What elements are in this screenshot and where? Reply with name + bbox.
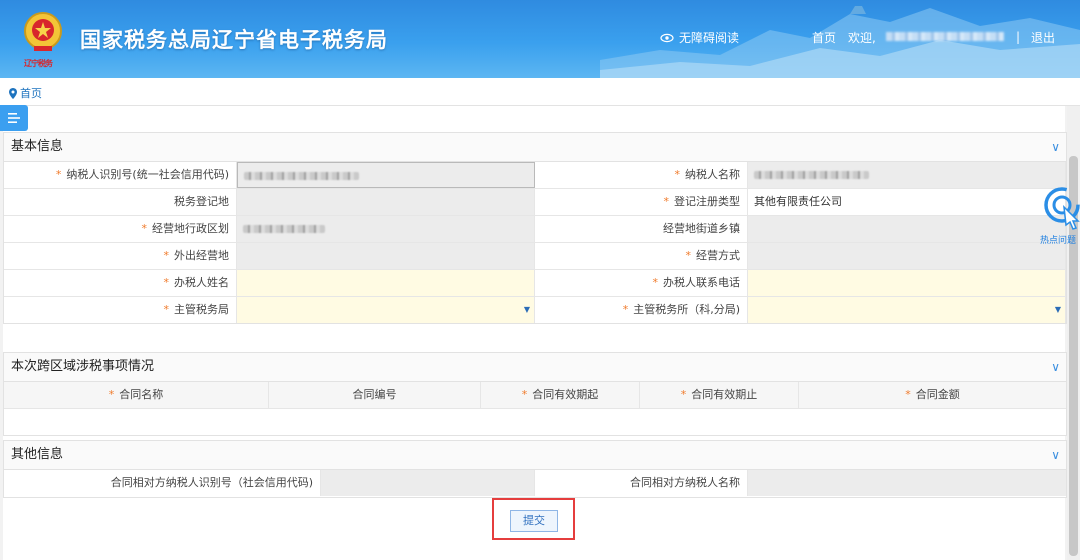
column-header: * 合同金额 [905,388,960,401]
hot-issues-widget[interactable]: 热点问题 [1040,185,1080,246]
section-header[interactable]: 基本信息 ∨ [4,133,1066,162]
registration-type-value: 其他有限责任公司 [748,189,1066,215]
business-mode-label: * 经营方式 [535,243,748,269]
outside-place-field[interactable] [237,243,535,269]
accessibility-label: 无障碍阅读 [679,31,740,45]
taxpayer-id-field[interactable] [237,162,535,188]
street-town-field[interactable] [748,216,1066,242]
menu-list-icon [8,113,20,123]
section-header[interactable]: 其他信息 ∨ [4,441,1066,470]
form-row: * 经营地行政区划 经营地街道乡镇 [4,216,1066,243]
eye-icon [660,33,674,42]
redacted-value [244,172,359,180]
taxpayer-name-label: * 纳税人名称 [535,162,748,188]
cross-region-section: 本次跨区域涉税事项情况 ∨ * 合同名称 合同编号 * 合同有效期起 * 合同有效期止… [3,352,1067,436]
handler-phone-input[interactable] [748,270,1066,296]
taxpayer-id-label: * 纳税人识别号(统一社会信用代码) [4,162,237,188]
redacted-value [243,225,325,233]
chevron-down-icon[interactable]: ∨ [1051,353,1060,381]
registration-type-label: * 登记注册类型 [535,189,748,215]
tax-registration-place-label: 税务登记地 [4,189,237,215]
emblem-caption: 辽宁税务 [24,58,53,68]
taxpayer-name-field[interactable] [748,162,1066,188]
section-title: 本次跨区域涉税事项情况 [11,359,155,374]
tax-office-label: * 主管税务所（科,分局) [535,297,748,323]
section-title: 其他信息 [11,447,64,462]
contract-table-header: * 合同名称 合同编号 * 合同有效期起 * 合同有效期止 * 合同金额 [4,382,1066,409]
form-row: * 办税人姓名 * 办税人联系电话 [4,270,1066,297]
hot-issues-label: 热点问题 [1040,236,1077,246]
other-info-section: 其他信息 ∨ 合同相对方纳税人识别号（社会信用代码) 合同相对方纳税人名称 [3,440,1067,498]
column-header: * 合同有效期起 [481,382,640,408]
location-pin-icon [9,87,17,99]
business-mode-field[interactable] [748,243,1066,269]
chevron-down-icon[interactable]: ∨ [1051,133,1060,161]
chevron-down-icon[interactable]: ∨ [1051,441,1060,469]
handler-name-label: * 办税人姓名 [4,270,237,296]
counterparty-name-label: 合同相对方纳税人名称 [535,470,748,496]
welcome-text: 欢迎, [848,31,876,45]
form-row: 合同相对方纳税人识别号（社会信用代码) 合同相对方纳税人名称 [4,470,1066,496]
breadcrumb-home: 首页 [20,87,42,100]
tax-bureau-select[interactable]: ▼ [237,297,535,323]
column-header: * 合同有效期止 [640,382,799,408]
column-header: * 合同名称 [4,382,269,408]
dropdown-caret-icon[interactable]: ▼ [1055,297,1061,323]
counterparty-id-field[interactable] [321,470,535,496]
form-row: * 纳税人识别号(统一社会信用代码) * 纳税人名称 [4,162,1066,189]
contract-table-body [4,409,1066,435]
breadcrumb[interactable]: 首页 [9,85,42,101]
site-title: 国家税务总局辽宁省电子税务局 [80,27,388,52]
handler-phone-label: * 办税人联系电话 [535,270,748,296]
form-row: * 主管税务局 ▼ * 主管税务所（科,分局) ▼ [4,297,1066,323]
admin-region-label: * 经营地行政区划 [4,216,237,242]
column-header: 合同编号 [269,382,481,408]
tax-office-select[interactable]: ▼ [748,297,1066,323]
username-redacted [886,32,1004,41]
dropdown-caret-icon[interactable]: ▼ [524,297,530,323]
vertical-scrollbar[interactable] [1067,106,1080,560]
submit-highlight-box: 提交 [492,498,575,540]
accessibility-reading-link[interactable]: 无障碍阅读 [660,29,739,46]
header-separator: | [1016,30,1021,44]
section-title: 基本信息 [11,139,64,154]
counterparty-name-field[interactable] [748,470,1066,496]
tax-registration-place-field[interactable] [237,189,535,215]
header-home-link[interactable]: 首页 [812,29,836,46]
outside-place-label: * 外出经营地 [4,243,237,269]
street-town-label: 经营地街道乡镇 [535,216,748,242]
admin-region-field[interactable] [237,216,535,242]
site-header: 辽宁税务 国家税务总局辽宁省电子税务局 无障碍阅读 首页 欢迎, | 退出 [0,0,1080,78]
menu-toggle-button[interactable] [0,105,28,131]
submit-button[interactable]: 提交 [510,510,558,532]
logout-link[interactable]: 退出 [1031,29,1055,46]
form-row: 税务登记地 * 登记注册类型 其他有限责任公司 [4,189,1066,216]
section-header[interactable]: 本次跨区域涉税事项情况 ∨ [4,353,1066,382]
hot-issues-icon [1044,187,1080,230]
breadcrumb-bar: 首页 [0,78,1080,106]
tax-bureau-label: * 主管税务局 [4,297,237,323]
redacted-value [754,171,869,179]
national-tax-emblem-icon [24,12,62,51]
form-row: * 外出经营地 * 经营方式 [4,243,1066,270]
counterparty-id-label: 合同相对方纳税人识别号（社会信用代码) [4,470,321,496]
basic-info-section: 基本信息 ∨ * 纳税人识别号(统一社会信用代码) * 纳税人名称 税务登记地 * 登… [3,132,1067,324]
handler-name-input[interactable] [237,270,535,296]
